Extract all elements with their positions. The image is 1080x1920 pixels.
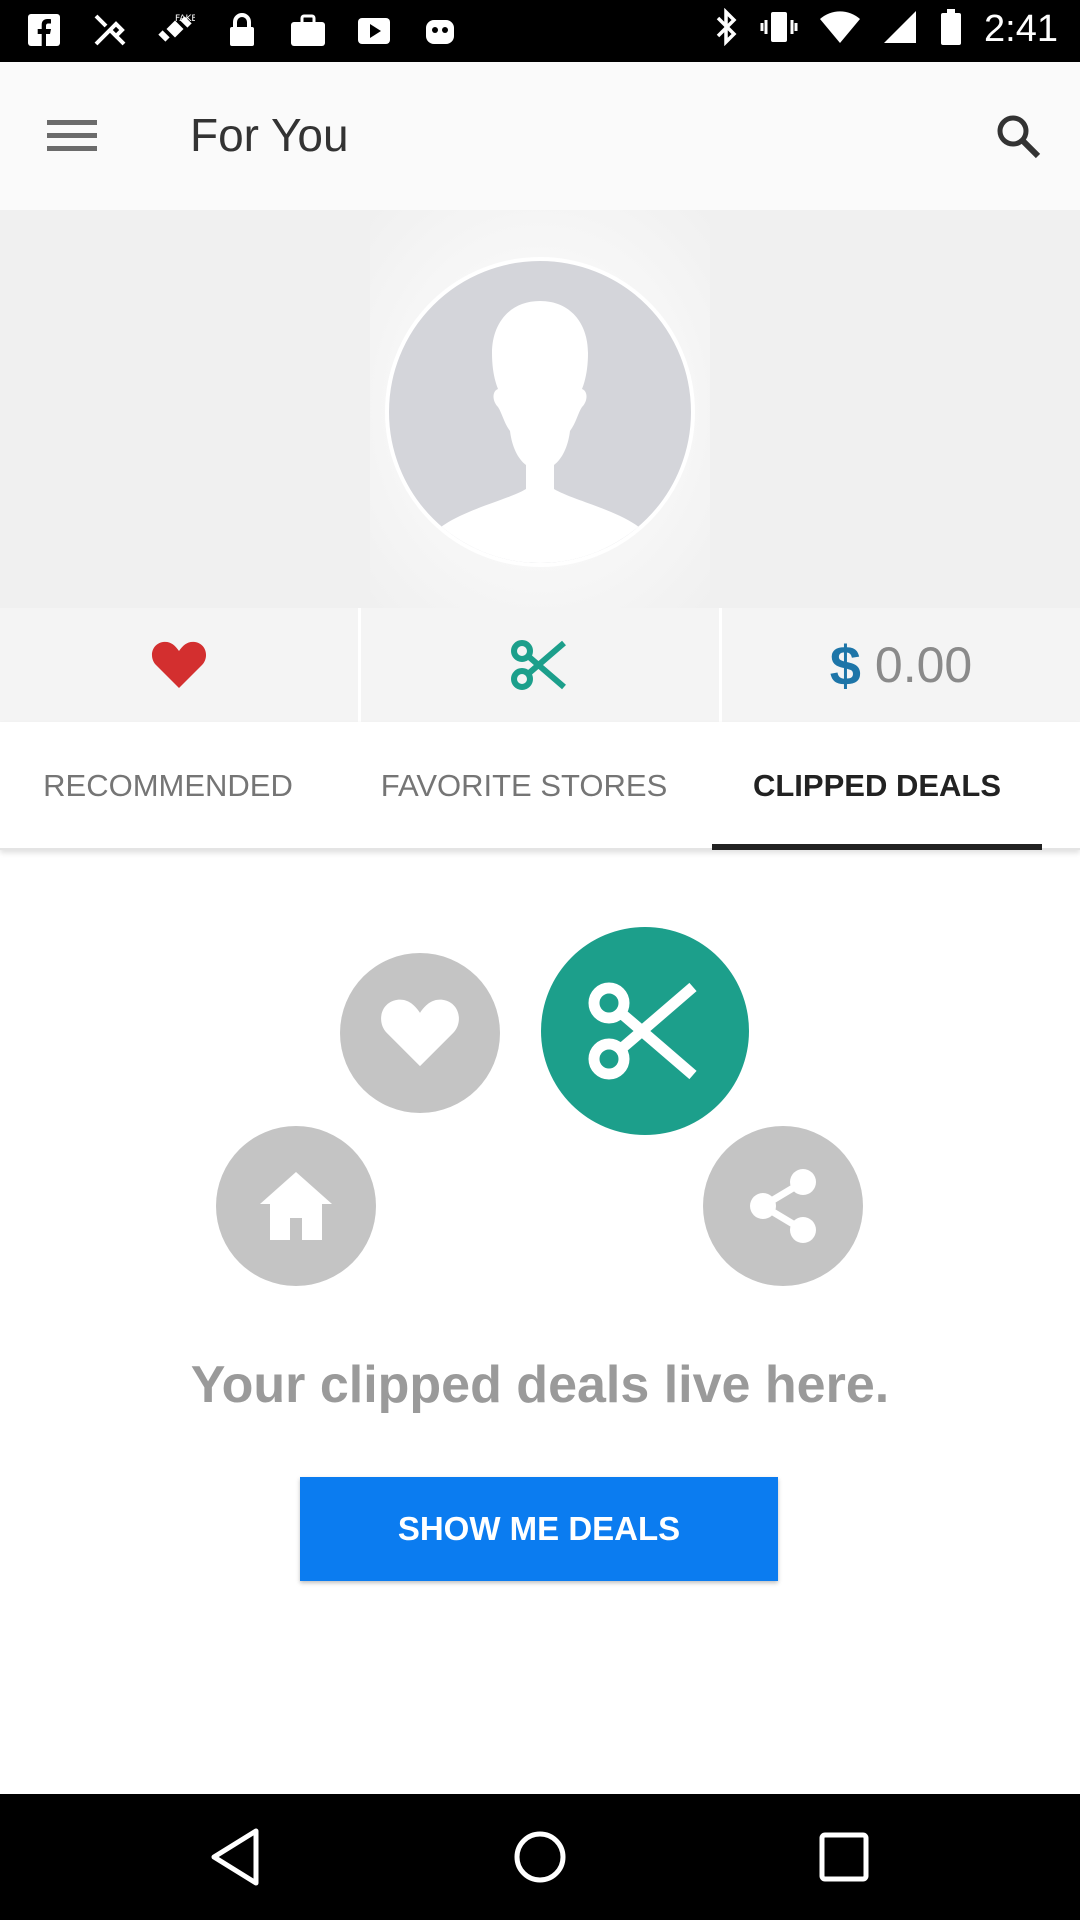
clipped-stat[interactable] — [361, 608, 722, 722]
system-nav-bar — [0, 1794, 1080, 1920]
robot-icon — [420, 10, 460, 50]
page-title: For You — [190, 109, 349, 161]
scissors-icon — [588, 982, 697, 1080]
share-circle — [703, 1126, 863, 1286]
savings-amount: 0.00 — [874, 637, 973, 693]
lock-icon — [222, 10, 262, 50]
system-icons: 2:41 — [714, 7, 1058, 51]
svg-text:FAKE: FAKE — [175, 14, 195, 24]
wifi-icon — [820, 9, 861, 50]
tab-favorite-stores[interactable]: FAVORITE STORES — [356, 722, 692, 850]
home-icon — [260, 1172, 332, 1240]
vibrate-icon — [760, 8, 798, 51]
hamburger-menu-icon[interactable] — [40, 106, 104, 166]
home-icon[interactable] — [500, 1817, 580, 1897]
notification-icons: FAKE — [24, 10, 460, 50]
bluetooth-icon — [714, 7, 738, 51]
tab-clipped-deals[interactable]: CLIPPED DEALS — [712, 722, 1042, 850]
currency-symbol: $ — [829, 633, 861, 697]
share-icon — [750, 1169, 816, 1243]
active-tab-indicator — [712, 844, 1042, 850]
battery-icon — [940, 8, 962, 51]
briefcase-icon — [288, 10, 328, 50]
scissors-circle — [541, 927, 749, 1135]
recents-icon[interactable] — [804, 1817, 884, 1897]
play-store-icon — [354, 10, 394, 50]
avatar[interactable] — [385, 257, 695, 567]
scissors-icon — [511, 640, 566, 690]
status-bar: FAKE 2:41 — [0, 0, 1080, 62]
empty-state-message: Your clipped deals live here. — [190, 1356, 890, 1414]
profile-header — [0, 210, 1080, 608]
savings-stat[interactable]: $ 0.00 — [722, 608, 1080, 722]
tab-bar: RECOMMENDED FAVORITE STORES CLIPPED DEAL… — [0, 722, 1080, 850]
app-bar: For You — [0, 62, 1080, 210]
signal-icon — [882, 9, 918, 50]
heart-icon — [381, 999, 459, 1067]
facebook-icon — [24, 10, 64, 50]
satellite-icon: FAKE — [156, 10, 196, 50]
home-circle — [216, 1126, 376, 1286]
heart-circle — [340, 953, 500, 1113]
default-avatar-silhouette — [420, 301, 660, 563]
back-icon[interactable] — [196, 1817, 276, 1897]
tools-icon — [90, 10, 130, 50]
status-time: 2:41 — [984, 8, 1058, 50]
favorites-stat[interactable] — [0, 608, 361, 722]
show-me-deals-button[interactable]: SHOW ME DEALS — [300, 1477, 778, 1581]
search-icon[interactable] — [986, 104, 1050, 168]
stats-row: $ 0.00 — [0, 608, 1080, 722]
screen: FAKE 2:41 For You $ 0.00 RECOMMENDED FAV… — [0, 0, 1080, 1920]
heart-icon — [151, 641, 207, 688]
tab-recommended[interactable]: RECOMMENDED — [0, 722, 336, 850]
